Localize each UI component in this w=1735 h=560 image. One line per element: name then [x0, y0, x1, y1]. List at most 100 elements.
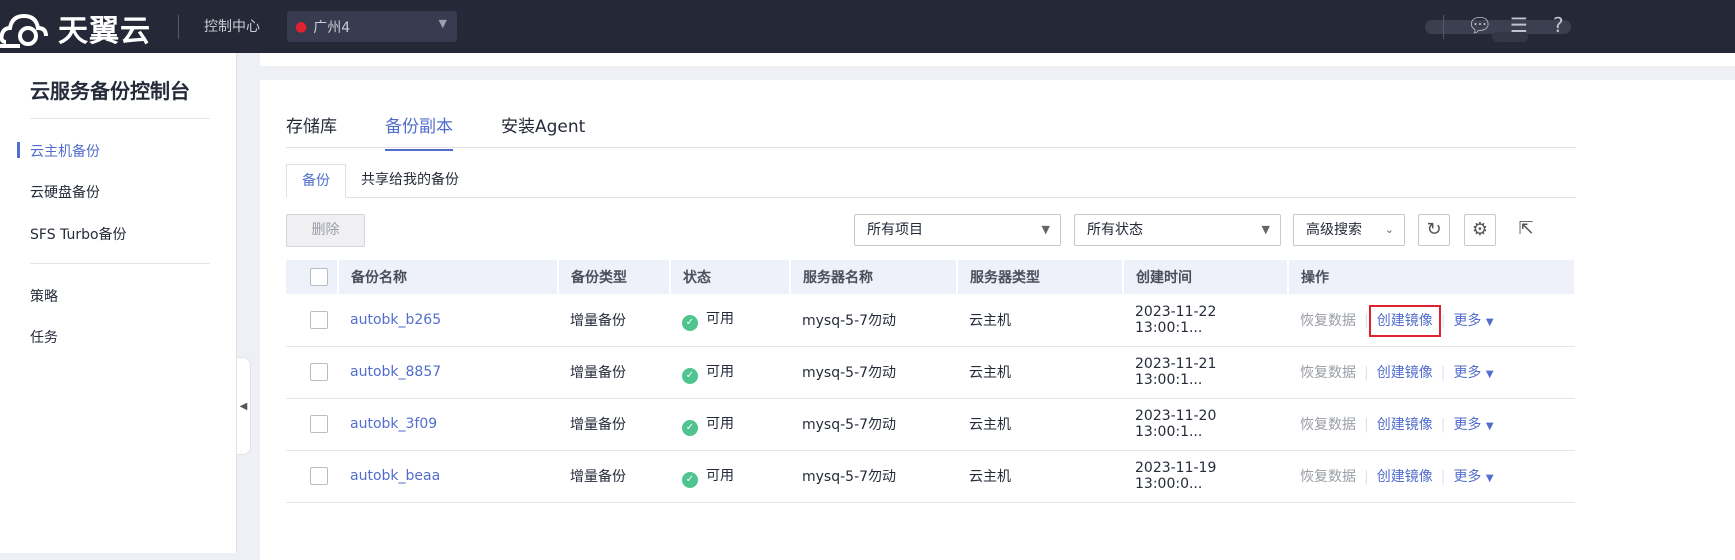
restore-data-button[interactable]: 恢复数据: [1300, 365, 1356, 381]
status-select[interactable]: 所有状态 ▼: [1074, 214, 1281, 246]
refresh-icon[interactable]: ↻: [1418, 214, 1450, 246]
table-row: autobk_b265 增量备份 ✓ 可用 mysq-5-7勿动 云主机 2023…: [286, 294, 1575, 347]
row-checkbox[interactable]: [310, 363, 328, 381]
location-pin-icon: ●: [295, 18, 308, 35]
backup-table: 备份名称 备份类型 状态 服务器名称 服务器类型 创建时间 操作 autobk_…: [286, 260, 1576, 503]
server-name: mysq-5-7勿动: [790, 346, 957, 399]
region-selector[interactable]: ● 广州4 ▼: [287, 11, 457, 42]
restore-data-button[interactable]: 恢复数据: [1300, 417, 1356, 433]
help-icon[interactable]: ?: [1553, 13, 1564, 37]
top-panel: [260, 53, 1735, 66]
server-name: mysq-5-7勿动: [790, 450, 957, 503]
collapse-sidebar-button[interactable]: ◀: [237, 357, 251, 455]
server-name: mysq-5-7勿动: [790, 294, 957, 347]
gear-icon[interactable]: ⚙: [1464, 214, 1496, 246]
status-text: 可用: [706, 363, 734, 380]
caret-down-icon: ▼: [438, 17, 447, 30]
divider: [30, 263, 210, 264]
caret-left-icon: ◀: [239, 400, 248, 412]
divider: |: [1440, 469, 1446, 485]
divider: [286, 147, 1576, 148]
divider: [30, 118, 210, 119]
subtab-shared-backup[interactable]: 共享给我的备份: [346, 164, 474, 197]
backup-name-link[interactable]: autobk_beaa: [350, 468, 440, 484]
sidebar-item-vm-backup[interactable]: 云主机备份: [17, 141, 100, 161]
status-select-value: 所有状态: [1087, 222, 1143, 238]
status-text: 可用: [706, 415, 734, 432]
divider: |: [1364, 312, 1369, 329]
subtab-backup[interactable]: 备份: [286, 164, 346, 198]
control-center-link[interactable]: 控制中心: [204, 16, 260, 36]
more-dropdown[interactable]: 更多 ▼: [1453, 365, 1493, 381]
backup-type: 增量备份: [558, 346, 670, 399]
row-checkbox[interactable]: [310, 415, 328, 433]
restore-data-button[interactable]: 恢复数据: [1300, 313, 1356, 329]
top-bar: 天翼云 控制中心 ● 广州4 ▼ 💬︎ ☰ ?: [0, 0, 1735, 53]
col-created[interactable]: 创建时间: [1123, 260, 1289, 294]
more-dropdown[interactable]: 更多 ▼: [1453, 417, 1493, 433]
restore-data-button[interactable]: 恢复数据: [1300, 469, 1356, 485]
tab-backup-copies[interactable]: 备份副本: [385, 112, 453, 151]
col-type: 备份类型: [558, 260, 671, 294]
divider: |: [1364, 417, 1369, 433]
settings-sliders-icon[interactable]: ☰: [1510, 13, 1528, 37]
sidebar-item-task[interactable]: 任务: [30, 327, 58, 347]
backup-name-link[interactable]: autobk_3f09: [350, 416, 437, 432]
region-label: 广州4: [313, 19, 351, 36]
project-select-value: 所有项目: [867, 222, 923, 238]
created-time: 2023-11-21 13:00:1...: [1123, 346, 1288, 399]
col-status: 状态: [670, 260, 791, 294]
delete-button[interactable]: 删除: [286, 214, 365, 247]
sidebar-item-disk-backup[interactable]: 云硬盘备份: [30, 182, 100, 202]
backup-name-link[interactable]: autobk_b265: [350, 312, 441, 328]
backup-type: 增量备份: [558, 450, 670, 503]
create-image-button[interactable]: 创建镜像: [1377, 365, 1433, 381]
sidebar-item-sfs-turbo-backup[interactable]: SFS Turbo备份: [30, 224, 127, 244]
created-time: 2023-11-19 13:00:0...: [1123, 450, 1288, 503]
row-checkbox[interactable]: [310, 310, 328, 329]
backup-type: 增量备份: [558, 398, 670, 451]
divider: [178, 15, 179, 39]
more-label: 更多: [1453, 417, 1482, 433]
advanced-search-label: 高级搜索: [1306, 222, 1362, 238]
table-row: autobk_3f09 增量备份 ✓ 可用 mysq-5-7勿动 云主机 2023…: [286, 398, 1575, 451]
cloud-logo-icon: [0, 13, 48, 48]
export-icon[interactable]: ⇱: [1510, 214, 1542, 246]
created-time: 2023-11-20 13:00:1...: [1123, 398, 1288, 451]
divider: [1443, 15, 1444, 39]
more-label: 更多: [1453, 469, 1482, 485]
more-dropdown[interactable]: 更多 ▼: [1453, 469, 1493, 485]
server-type: 云主机: [957, 450, 1123, 503]
select-all-checkbox[interactable]: [310, 268, 328, 286]
more-dropdown[interactable]: 更多 ▼: [1453, 313, 1493, 329]
create-image-button[interactable]: 创建镜像: [1377, 417, 1433, 433]
caret-down-icon: ▼: [1485, 421, 1494, 432]
create-image-button[interactable]: 创建镜像: [1368, 304, 1441, 337]
backup-name-link[interactable]: autobk_8857: [350, 364, 441, 380]
divider: |: [1364, 365, 1369, 381]
logo[interactable]: 天翼云: [0, 6, 151, 50]
status-text: 可用: [706, 311, 734, 328]
table-header: 备份名称 备份类型 状态 服务器名称 服务器类型 创建时间 操作: [286, 260, 1576, 294]
col-name[interactable]: 备份名称: [338, 260, 559, 294]
create-image-button[interactable]: 创建镜像: [1377, 469, 1433, 485]
project-select[interactable]: 所有项目 ▼: [854, 214, 1061, 246]
tab-install-agent[interactable]: 安装Agent: [501, 112, 585, 151]
row-checkbox[interactable]: [310, 467, 328, 485]
col-server: 服务器名称: [790, 260, 958, 294]
check-circle-icon: ✓: [682, 367, 698, 384]
advanced-search-button[interactable]: 高级搜索 ⌄: [1293, 214, 1405, 246]
divider: |: [1440, 312, 1446, 329]
brand-name: 天翼云: [58, 14, 151, 49]
divider: |: [1364, 469, 1369, 485]
server-type: 云主机: [957, 294, 1123, 347]
caret-down-icon: ▼: [1485, 316, 1494, 328]
message-icon[interactable]: 💬︎: [1467, 13, 1492, 37]
divider: |: [1440, 365, 1446, 381]
sidebar-item-policy[interactable]: 策略: [30, 286, 58, 306]
divider: |: [1440, 417, 1446, 433]
tab-vault[interactable]: 存储库: [286, 112, 337, 151]
caret-down-icon: ▼: [1261, 223, 1270, 236]
main-card: 存储库 备份副本 安装Agent 备份 共享给我的备份 删除 所有项目 ▼ 所有状…: [260, 80, 1735, 560]
col-server-type: 服务器类型: [957, 260, 1124, 294]
